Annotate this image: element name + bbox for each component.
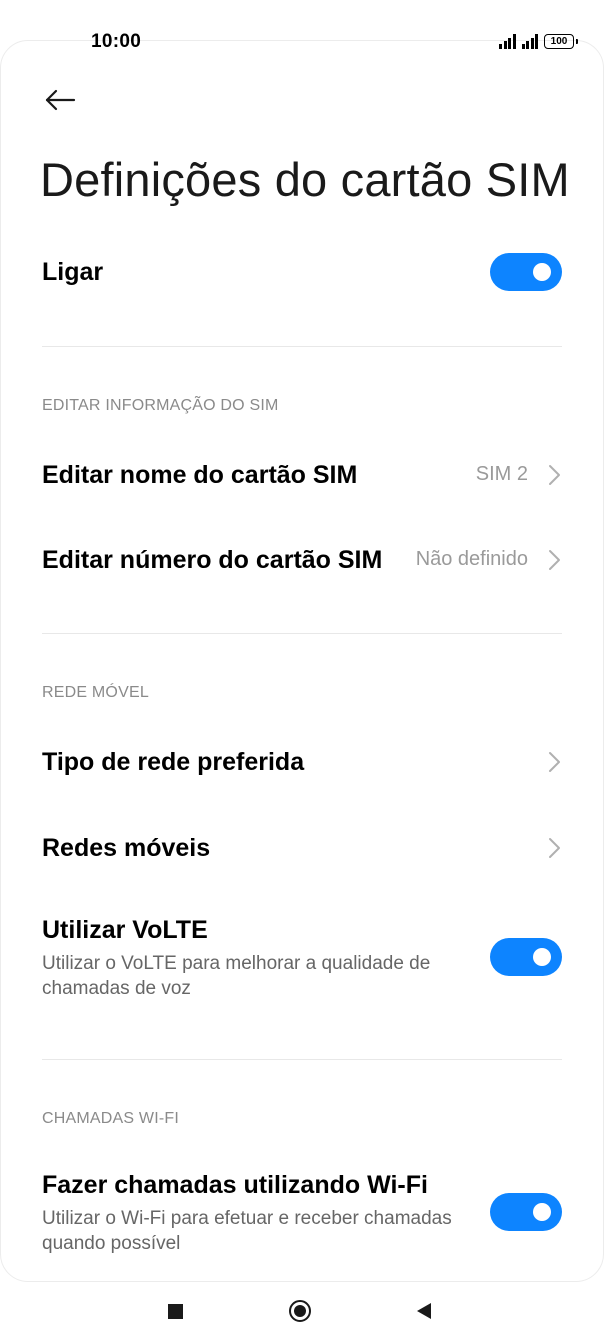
mobile-networks-label: Redes móveis: [42, 834, 211, 862]
power-label: Ligar: [42, 258, 104, 286]
divider: [42, 346, 562, 347]
divider: [42, 1059, 562, 1060]
edit-sim-name-row[interactable]: Editar nome do cartão SIM SIM 2: [42, 455, 562, 495]
battery-icon: 100: [544, 34, 578, 49]
section-header-sim-info: EDITAR INFORMAÇÃO DO SIM: [42, 397, 279, 414]
status-time: 10:00: [91, 31, 142, 52]
wifi-calls-toggle[interactable]: [490, 1193, 562, 1231]
toggle-knob: [533, 263, 551, 281]
recents-icon[interactable]: [168, 1304, 183, 1319]
wifi-calls-description: Utilizar o Wi-Fi para efetuar e receber …: [42, 1208, 452, 1254]
edit-sim-number-value: Não definido: [415, 548, 528, 570]
preferred-network-label: Tipo de rede preferida: [42, 748, 305, 776]
signal-icon: [521, 34, 538, 49]
volte-description: Utilizar o VoLTE para melhorar a qualida…: [42, 953, 431, 999]
page-title: Definições do cartão SIM: [40, 153, 570, 206]
edit-sim-name-value: SIM 2: [475, 463, 528, 485]
chevron-right-icon: [549, 550, 560, 570]
section-header-wifi-calling: CHAMADAS WI-FI: [42, 1110, 180, 1127]
navigation-bar: [0, 1282, 604, 1344]
mobile-networks-row[interactable]: Redes móveis: [42, 828, 562, 868]
chevron-right-icon: [549, 752, 560, 772]
signal-icon: [499, 34, 516, 49]
volte-row[interactable]: Utilizar VoLTE Utilizar o VoLTE para mel…: [42, 916, 562, 1006]
divider: [42, 633, 562, 634]
wifi-calls-label: Fazer chamadas utilizando Wi-Fi: [42, 1171, 428, 1199]
chevron-right-icon: [549, 465, 560, 485]
status-icons: 100: [499, 33, 578, 49]
power-row[interactable]: Ligar: [42, 252, 562, 292]
toggle-knob: [533, 1203, 551, 1221]
volte-toggle[interactable]: [490, 938, 562, 976]
chevron-right-icon: [549, 838, 560, 858]
volte-label: Utilizar VoLTE: [42, 916, 208, 944]
power-toggle[interactable]: [490, 253, 562, 291]
edit-sim-number-row[interactable]: Editar número do cartão SIM Não definido: [42, 540, 562, 580]
sim-settings-screen: 10:00 100 Definições do cartão SIM Ligar…: [0, 0, 604, 1344]
screen-frame: [0, 40, 604, 1282]
back-button[interactable]: [38, 80, 82, 120]
status-bar: 10:00 100: [0, 0, 604, 86]
preferred-network-row[interactable]: Tipo de rede preferida: [42, 742, 562, 782]
wifi-calls-row[interactable]: Fazer chamadas utilizando Wi-Fi Utilizar…: [42, 1171, 562, 1261]
back-icon[interactable]: [417, 1303, 431, 1319]
toggle-knob: [533, 948, 551, 966]
home-icon[interactable]: [289, 1300, 311, 1322]
section-header-mobile-network: REDE MÓVEL: [42, 684, 149, 701]
arrow-left-icon: [45, 89, 76, 111]
